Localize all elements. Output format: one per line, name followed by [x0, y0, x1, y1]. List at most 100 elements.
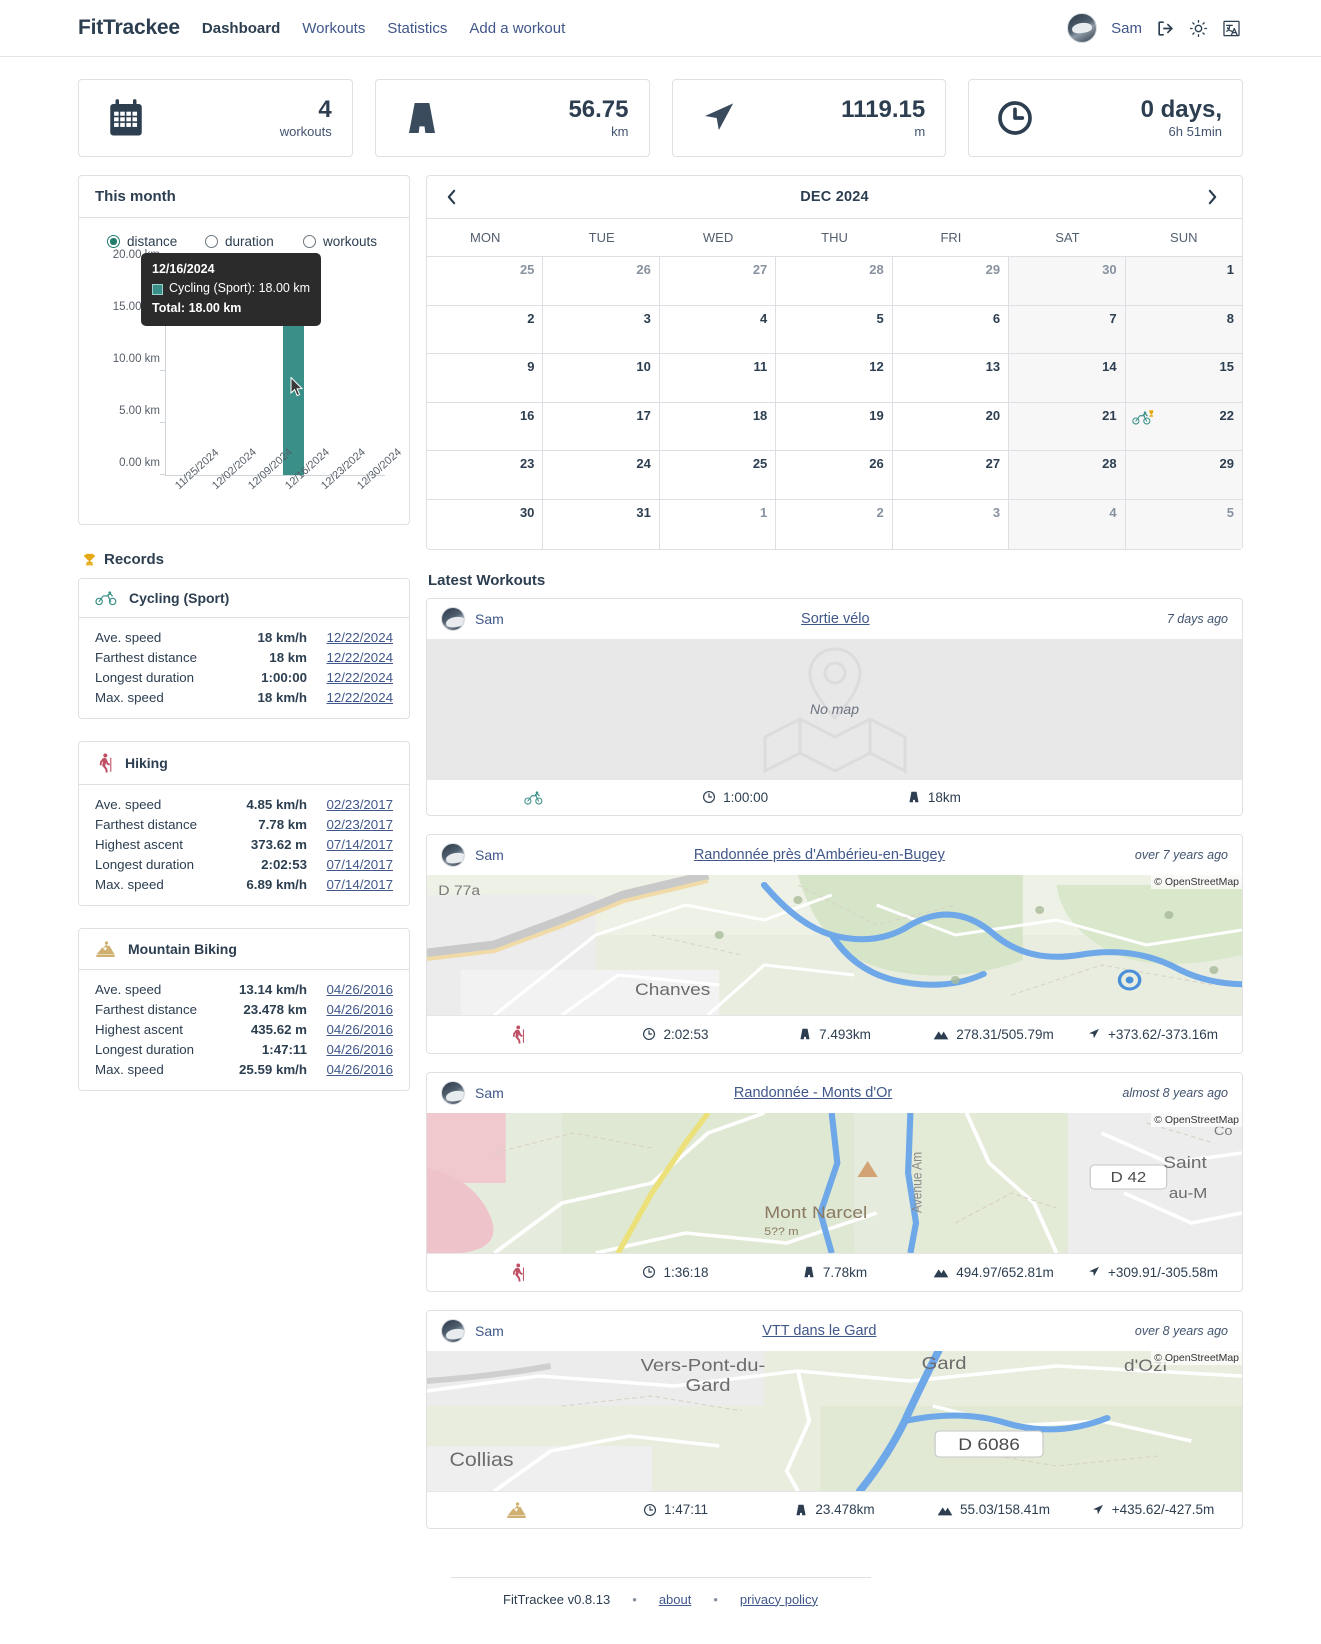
- calendar-day[interactable]: 4: [1009, 499, 1126, 549]
- calendar-day[interactable]: 28: [1009, 451, 1126, 500]
- record-date-link[interactable]: 07/14/2017: [326, 837, 393, 852]
- calendar-day[interactable]: 1: [1125, 257, 1242, 306]
- calendar-day[interactable]: 21: [1009, 402, 1126, 452]
- record-date[interactable]: 07/14/2017: [307, 857, 393, 872]
- calendar-day[interactable]: 16: [427, 402, 544, 452]
- theme-sun-icon[interactable]: [1189, 19, 1208, 38]
- calendar-day[interactable]: 26: [543, 257, 660, 306]
- record-date-link[interactable]: 12/22/2024: [326, 630, 393, 645]
- calendar-workout-cycling-sport-icon[interactable]: [1131, 409, 1156, 426]
- record-date[interactable]: 04/26/2016: [307, 982, 393, 997]
- workout-title-link[interactable]: Randonnée près d'Ambérieu-en-Bugey: [694, 847, 945, 863]
- calendar-day-with-workout[interactable]: 22: [1125, 402, 1242, 452]
- record-date-link[interactable]: 02/23/2017: [326, 797, 393, 812]
- calendar-day[interactable]: 6: [892, 305, 1010, 355]
- calendar-day[interactable]: 12: [776, 354, 893, 403]
- radio-duration-dot[interactable]: [205, 235, 218, 248]
- calendar-day[interactable]: 20: [892, 402, 1010, 452]
- workout-title-link[interactable]: Randonnée - Monts d'Or: [734, 1085, 892, 1101]
- record-date-link[interactable]: 04/26/2016: [326, 1062, 393, 1077]
- calendar-day[interactable]: 17: [543, 402, 660, 452]
- avatar[interactable]: [441, 606, 465, 631]
- record-date[interactable]: 12/22/2024: [307, 630, 393, 645]
- calendar-day[interactable]: 26: [776, 451, 893, 500]
- record-date[interactable]: 12/22/2024: [307, 690, 393, 705]
- calendar-day[interactable]: 2: [776, 499, 893, 549]
- avatar[interactable]: [441, 1080, 465, 1105]
- calendar-prev-button[interactable]: [445, 189, 463, 205]
- record-date[interactable]: 04/26/2016: [307, 1062, 393, 1077]
- calendar-day[interactable]: 25: [427, 257, 544, 306]
- nav-item-statistics[interactable]: Statistics: [387, 20, 447, 37]
- radio-distance-dot[interactable]: [107, 235, 120, 248]
- calendar-day[interactable]: 1: [660, 499, 777, 549]
- user-name[interactable]: Sam: [1111, 20, 1142, 37]
- calendar-day[interactable]: 13: [892, 354, 1010, 403]
- workout-map[interactable]: D 6086 Vers-Pont-du- Gard Gard d'Ozi Col…: [427, 1350, 1242, 1491]
- record-date[interactable]: 07/14/2017: [307, 837, 393, 852]
- record-date-link[interactable]: 04/26/2016: [326, 1042, 393, 1057]
- workout-map[interactable]: D 42 Mont Narcel 5?? m Avenue Am Saint a…: [427, 1112, 1242, 1253]
- calendar-day[interactable]: 23: [427, 451, 544, 500]
- nav-item-workouts[interactable]: Workouts: [302, 20, 365, 37]
- record-date-link[interactable]: 12/22/2024: [326, 650, 393, 665]
- map-attribution[interactable]: © OpenStreetMap: [1151, 1112, 1242, 1127]
- calendar-day[interactable]: 9: [427, 354, 544, 403]
- radio-distance[interactable]: distance: [107, 234, 199, 249]
- calendar-day[interactable]: 31: [543, 499, 660, 549]
- record-date-link[interactable]: 04/26/2016: [326, 982, 393, 997]
- calendar-day[interactable]: 19: [776, 402, 893, 452]
- footer-privacy-policy-link[interactable]: privacy policy: [740, 1592, 818, 1607]
- record-date[interactable]: 12/22/2024: [307, 670, 393, 685]
- calendar-day[interactable]: 27: [892, 451, 1010, 500]
- calendar-day[interactable]: 2: [427, 305, 544, 355]
- record-date-link[interactable]: 04/26/2016: [326, 1022, 393, 1037]
- calendar-next-button[interactable]: [1206, 189, 1224, 205]
- calendar-day[interactable]: 7: [1009, 305, 1126, 355]
- calendar-day[interactable]: 3: [893, 499, 1010, 549]
- record-date-link[interactable]: 02/23/2017: [326, 817, 393, 832]
- calendar-day[interactable]: 5: [1125, 499, 1242, 549]
- calendar-day[interactable]: 10: [543, 354, 660, 403]
- calendar-day[interactable]: 27: [659, 257, 777, 306]
- workout-map[interactable]: D 77a Chanves © OpenStreetMap: [427, 874, 1242, 1015]
- calendar-day[interactable]: 15: [1125, 354, 1242, 403]
- workout-title-link[interactable]: VTT dans le Gard: [762, 1323, 876, 1339]
- app-brand[interactable]: FitTrackee: [78, 16, 180, 40]
- map-attribution[interactable]: © OpenStreetMap: [1151, 1350, 1242, 1365]
- record-date[interactable]: 04/26/2016: [307, 1042, 393, 1057]
- calendar-day[interactable]: 4: [659, 305, 777, 355]
- record-date[interactable]: 12/22/2024: [307, 650, 393, 665]
- footer-about-link[interactable]: about: [659, 1592, 692, 1607]
- bar-chart[interactable]: 0.00 km 5.00 km 10.00 km 15.00 km 20.00 …: [93, 249, 405, 514]
- record-date[interactable]: 02/23/2017: [307, 797, 393, 812]
- record-date[interactable]: 04/26/2016: [307, 1022, 393, 1037]
- record-date-link[interactable]: 12/22/2024: [326, 670, 393, 685]
- language-icon[interactable]: [1222, 19, 1241, 38]
- record-date-link[interactable]: 07/14/2017: [326, 857, 393, 872]
- calendar-day[interactable]: 14: [1009, 354, 1126, 403]
- calendar-day[interactable]: 11: [659, 354, 777, 403]
- record-date[interactable]: 04/26/2016: [307, 1002, 393, 1017]
- map-attribution[interactable]: © OpenStreetMap: [1151, 874, 1242, 889]
- workout-user[interactable]: Sam: [475, 847, 504, 863]
- radio-duration[interactable]: duration: [205, 234, 297, 249]
- workout-user[interactable]: Sam: [475, 1323, 504, 1339]
- calendar-day[interactable]: 28: [776, 257, 893, 306]
- record-date-link[interactable]: 07/14/2017: [326, 877, 393, 892]
- record-date[interactable]: 07/14/2017: [307, 877, 393, 892]
- calendar-day[interactable]: 29: [892, 257, 1010, 306]
- calendar-day[interactable]: 8: [1125, 305, 1242, 355]
- calendar-day[interactable]: 5: [776, 305, 893, 355]
- workout-title-link[interactable]: Sortie vélo: [801, 611, 870, 627]
- radio-workouts[interactable]: workouts: [303, 234, 395, 249]
- avatar[interactable]: [441, 842, 465, 867]
- calendar-day[interactable]: 30: [427, 499, 544, 549]
- calendar-day[interactable]: 24: [543, 451, 660, 500]
- calendar-day[interactable]: 3: [543, 305, 660, 355]
- workout-user[interactable]: Sam: [475, 1085, 504, 1101]
- avatar[interactable]: [1067, 13, 1098, 43]
- radio-workouts-dot[interactable]: [303, 235, 316, 248]
- workout-user[interactable]: Sam: [475, 611, 504, 627]
- calendar-day[interactable]: 30: [1009, 257, 1126, 306]
